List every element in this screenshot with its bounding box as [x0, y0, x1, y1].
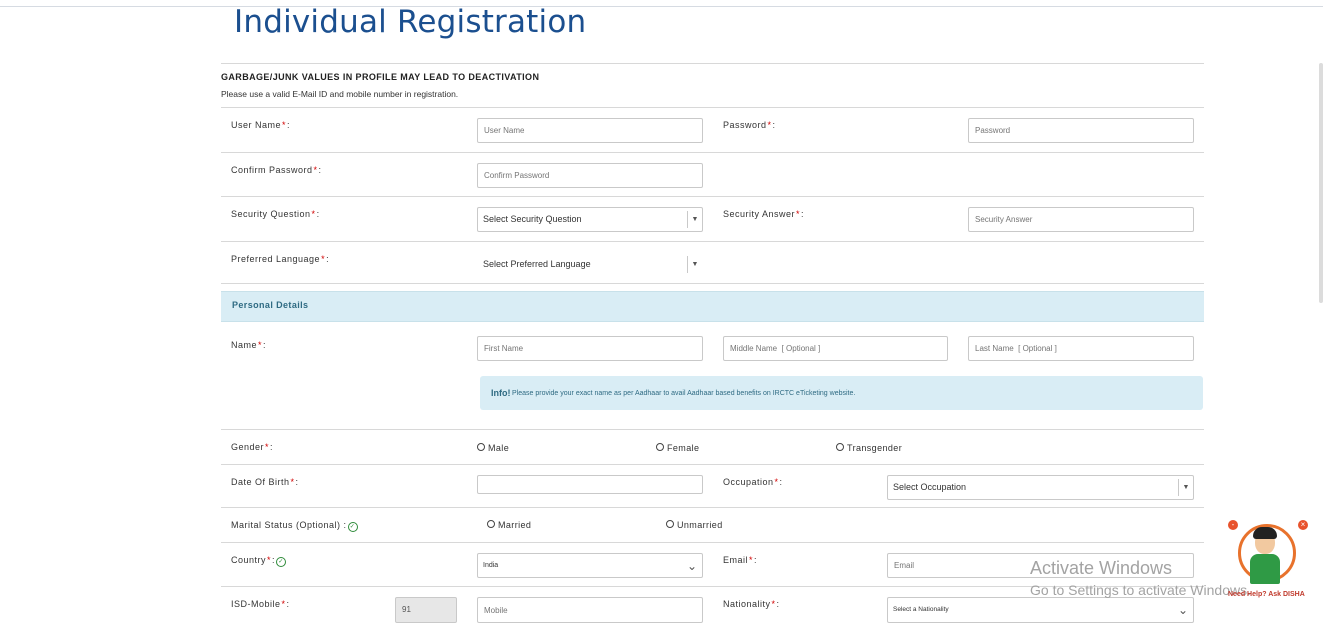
marital-status-label: Marital Status (Optional) : ✓: [231, 520, 358, 532]
disha-chat-widget[interactable]: - × Need Help? Ask DISHA: [1228, 516, 1314, 604]
country-value: India: [483, 562, 499, 569]
gender-male-radio[interactable]: Male: [477, 443, 509, 453]
middle-name-input[interactable]: [723, 336, 948, 361]
assistant-avatar-body: [1250, 554, 1280, 584]
deactivation-warning: GARBAGE/JUNK VALUES IN PROFILE MAY LEAD …: [221, 72, 540, 82]
divider: [221, 507, 1204, 508]
preferred-language-value: Select Preferred Language: [483, 259, 591, 269]
security-question-select[interactable]: Select Security Question ▼: [477, 207, 703, 232]
radio-circle-icon: [836, 443, 844, 451]
isd-mobile-label: ISD-Mobile*:: [231, 599, 290, 609]
gender-label: Gender*:: [231, 442, 274, 452]
username-input[interactable]: [477, 118, 703, 143]
divider: [221, 241, 1204, 242]
security-question-label: Security Question*:: [231, 209, 320, 219]
radio-circle-icon: [487, 520, 495, 528]
caret-down-icon[interactable]: ▼: [687, 256, 702, 273]
security-answer-label: Security Answer*:: [723, 209, 805, 219]
page-scrollbar[interactable]: [1319, 63, 1323, 303]
gender-transgender-radio[interactable]: Transgender: [836, 443, 902, 453]
info-strong: Info!: [491, 388, 511, 398]
mobile-input[interactable]: [477, 597, 703, 623]
page-title: Individual Registration: [234, 4, 587, 40]
chevron-down-icon[interactable]: ⌄: [1178, 599, 1188, 622]
assistant-avatar-hair: [1253, 527, 1277, 539]
security-question-value: Select Security Question: [483, 214, 582, 224]
name-label: Name*:: [231, 340, 267, 350]
dob-input[interactable]: [477, 475, 703, 494]
caret-down-icon[interactable]: ▼: [1178, 479, 1193, 496]
isd-code-field: 91: [395, 597, 457, 623]
activate-windows-watermark: Activate Windows Go to Settings to activ…: [1030, 558, 1251, 598]
check-circle-icon: ✓: [347, 522, 358, 532]
divider: [221, 196, 1204, 197]
minimize-icon[interactable]: -: [1228, 520, 1238, 530]
occupation-select[interactable]: Select Occupation ▼: [887, 475, 1194, 500]
security-answer-input[interactable]: [968, 207, 1194, 232]
radio-circle-icon: [656, 443, 664, 451]
divider: [221, 429, 1204, 430]
divider: [221, 542, 1204, 543]
aadhaar-info-box: Info! Please provide your exact name as …: [480, 376, 1203, 410]
section-title: Personal Details: [232, 300, 309, 310]
nationality-select[interactable]: Select a Nationality ⌄: [887, 597, 1194, 623]
confirm-password-input[interactable]: [477, 163, 703, 188]
info-text: Please provide your exact name as per Aa…: [512, 390, 856, 397]
divider: [221, 107, 1204, 108]
top-border: [0, 6, 1323, 7]
username-label: User Name*:: [231, 120, 291, 130]
dob-label: Date Of Birth*:: [231, 477, 299, 487]
password-input[interactable]: [968, 118, 1194, 143]
radio-circle-icon: [666, 520, 674, 528]
confirm-password-label: Confirm Password*:: [231, 165, 322, 175]
marital-unmarried-radio[interactable]: Unmarried: [666, 520, 723, 530]
country-select[interactable]: India ⌄: [477, 553, 703, 578]
check-circle-icon: ✓: [276, 557, 287, 567]
divider: [221, 152, 1204, 153]
divider: [221, 283, 1204, 284]
personal-details-header: Personal Details: [221, 291, 1204, 322]
divider: [221, 63, 1204, 64]
first-name-input[interactable]: [477, 336, 703, 361]
gender-female-radio[interactable]: Female: [656, 443, 699, 453]
preferred-language-select[interactable]: Select Preferred Language ▼: [477, 252, 703, 277]
marital-married-radio[interactable]: Married: [487, 520, 531, 530]
disha-help-text: Need Help? Ask DISHA: [1228, 591, 1305, 598]
caret-down-icon[interactable]: ▼: [687, 211, 702, 228]
nationality-label: Nationality*:: [723, 599, 780, 609]
divider: [221, 464, 1204, 465]
nationality-value: Select a Nationality: [893, 606, 949, 613]
activate-subtitle: Go to Settings to activate Windows.: [1030, 582, 1251, 598]
country-label: Country*: ✓: [231, 555, 287, 567]
preferred-language-label: Preferred Language*:: [231, 254, 330, 264]
activate-title: Activate Windows: [1030, 558, 1173, 578]
occupation-value: Select Occupation: [893, 482, 967, 492]
radio-circle-icon: [477, 443, 485, 451]
occupation-label: Occupation*:: [723, 477, 783, 487]
email-label: Email*:: [723, 555, 758, 565]
password-label: Password*:: [723, 120, 776, 130]
registration-note: Please use a valid E-Mail ID and mobile …: [221, 89, 459, 99]
close-icon[interactable]: ×: [1298, 520, 1308, 530]
last-name-input[interactable]: [968, 336, 1194, 361]
chevron-down-icon[interactable]: ⌄: [687, 555, 697, 578]
